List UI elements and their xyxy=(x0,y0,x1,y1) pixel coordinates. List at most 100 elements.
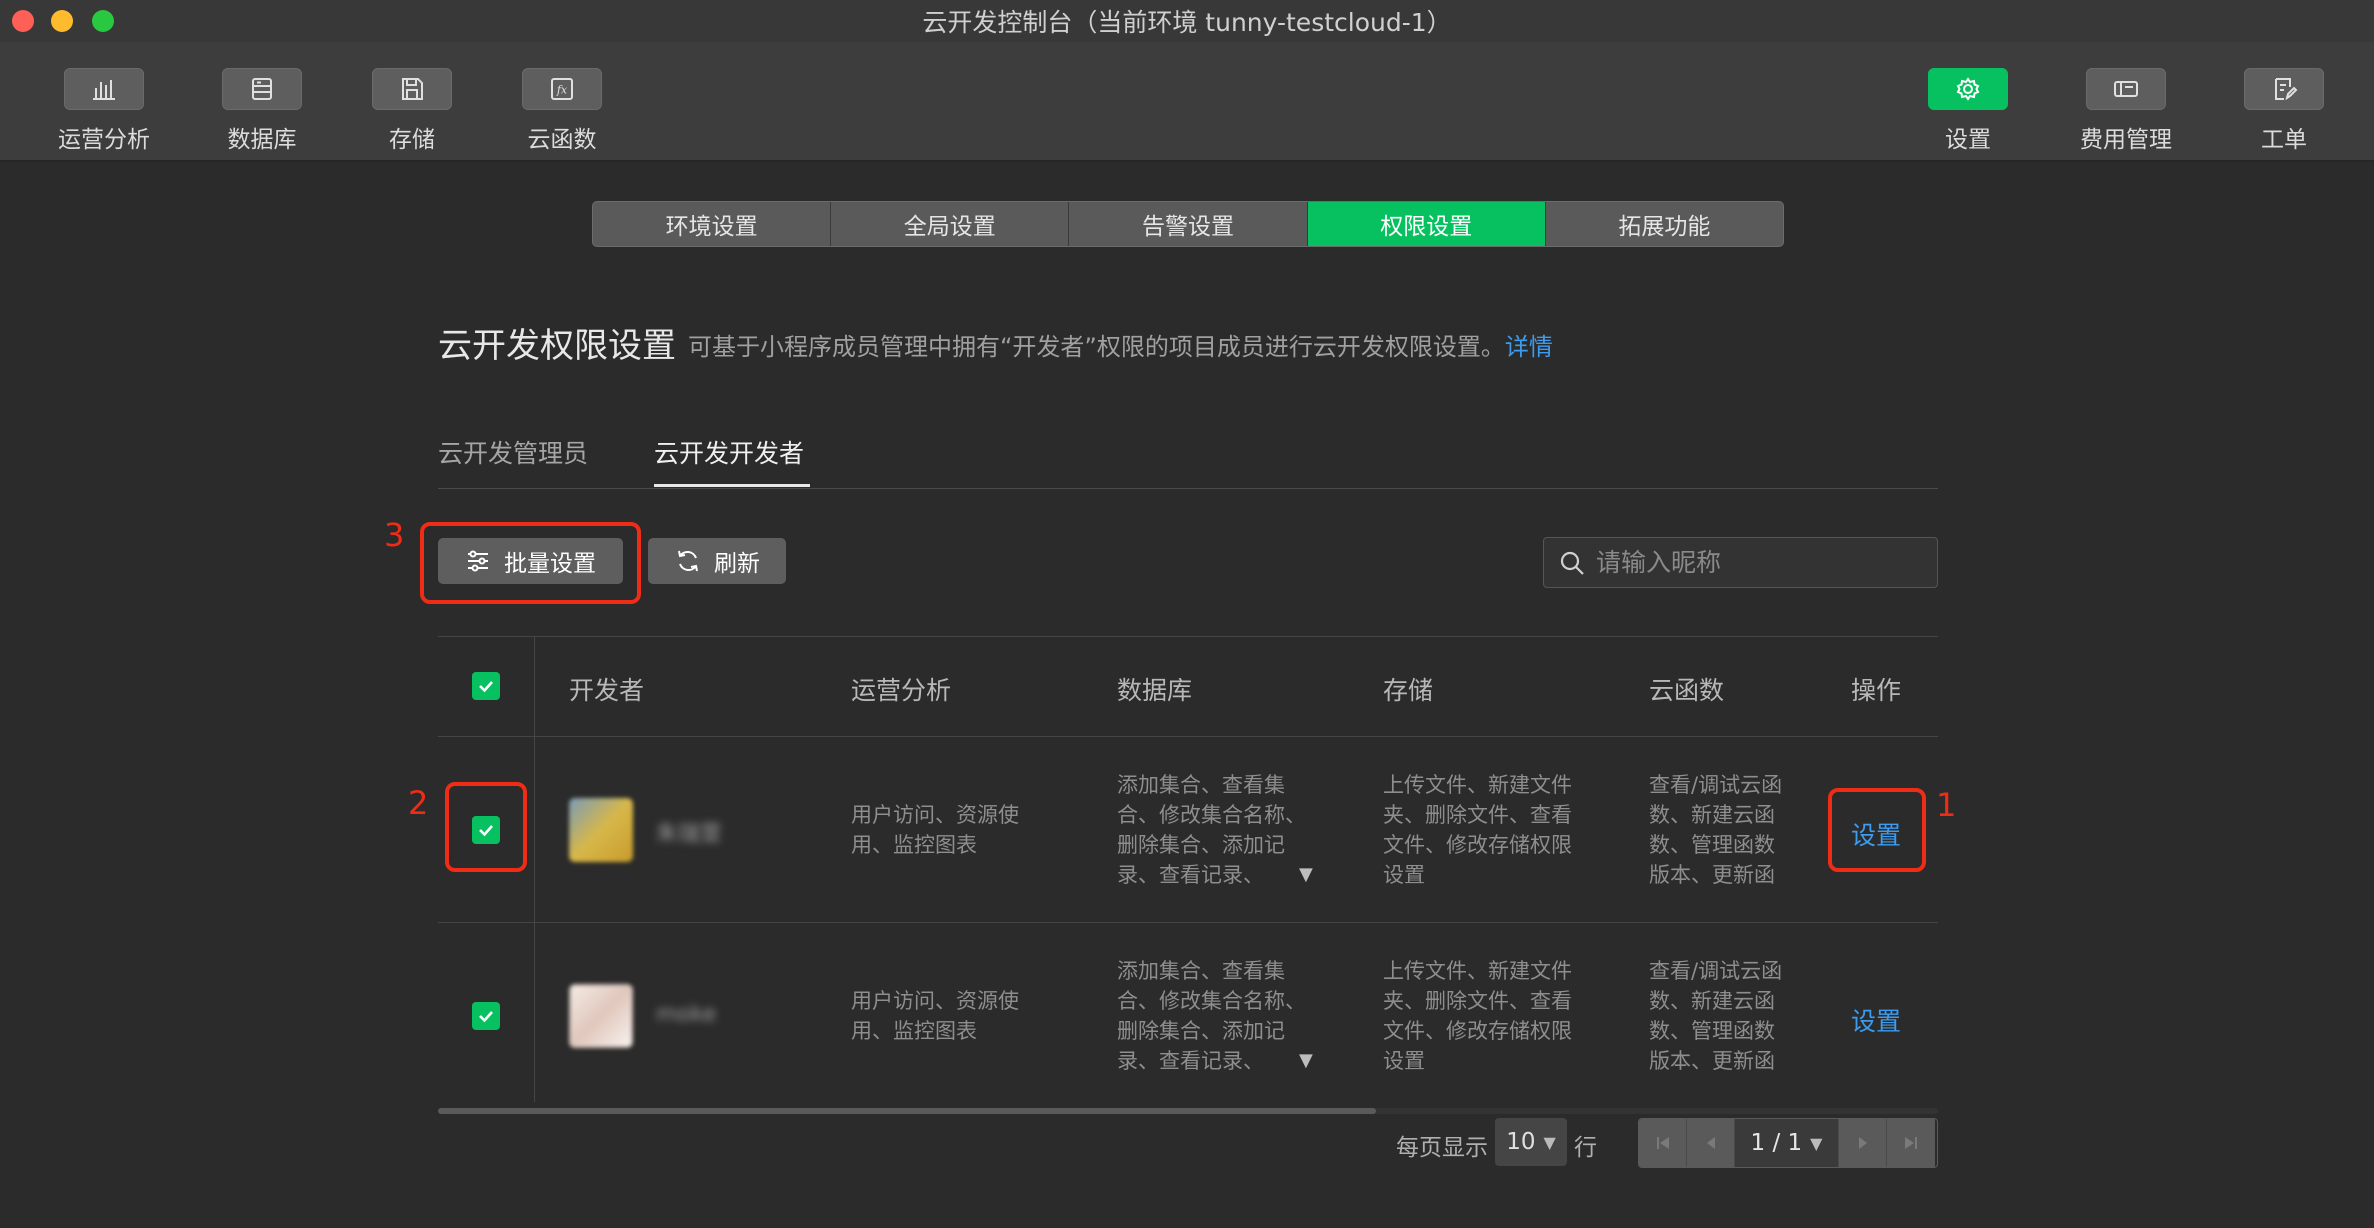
pagination: 1 / 1 ▼ xyxy=(1638,1118,1938,1168)
tab-extensions[interactable]: 拓展功能 xyxy=(1546,202,1783,246)
ticket-button[interactable] xyxy=(2244,68,2324,110)
svg-text:fx: fx xyxy=(556,84,568,97)
per-page-select[interactable]: 10 ▼ xyxy=(1495,1118,1567,1166)
refresh-button[interactable]: 刷新 xyxy=(648,538,786,584)
settings-tabs: 环境设置 全局设置 告警设置 权限设置 拓展功能 xyxy=(592,201,1784,247)
database-icon xyxy=(252,78,272,100)
toolbar-item-settings[interactable]: 设置 xyxy=(1903,42,2033,162)
toolbar-item-functions[interactable]: fx 云函数 xyxy=(497,42,627,162)
function-permissions: 查看/调试云函数、新建云函数、管理函数版本、更新函数、删除云函数 xyxy=(1649,959,1783,1073)
next-page-button[interactable] xyxy=(1839,1119,1887,1167)
settings-button[interactable] xyxy=(1928,68,2008,110)
search-icon xyxy=(1560,551,1584,575)
window-close-button[interactable] xyxy=(12,10,34,32)
subtab-divider xyxy=(438,488,1938,489)
chevron-down-icon: ▼ xyxy=(1810,1133,1823,1153)
analytics-permissions: 用户访问、资源使用、监控图表 xyxy=(851,803,1019,857)
table-top-border xyxy=(438,636,1938,637)
storage-permissions: 上传文件、新建文件夹、删除文件、查看文件、修改存储权限设置 xyxy=(1383,959,1572,1073)
checkmark-icon xyxy=(479,681,493,693)
page-description: 可基于小程序成员管理中拥有“开发者”权限的项目成员进行云开发权限设置。详情 xyxy=(688,327,1553,362)
first-page-button[interactable] xyxy=(1639,1119,1687,1167)
checkmark-icon xyxy=(479,1011,493,1023)
toolbar-label: 费用管理 xyxy=(2080,127,2172,153)
database-permissions: 添加集合、查看集合、修改集合名称、删除集合、添加记录、查看记录、 xyxy=(1117,959,1306,1073)
refresh-label: 刷新 xyxy=(714,551,760,577)
developer-nickname: moke xyxy=(656,1002,717,1027)
billing-button[interactable] xyxy=(2086,68,2166,110)
active-subtab-indicator xyxy=(654,484,810,487)
detail-link[interactable]: 详情 xyxy=(1505,333,1553,361)
developer-nickname: 朱瑞萱 xyxy=(656,822,723,847)
toolbar-item-storage[interactable]: 存储 xyxy=(347,42,477,162)
title-bar: 云开发控制台（当前环境 tunny-testcloud-1） xyxy=(0,0,2374,42)
toolbar-label: 数据库 xyxy=(227,127,297,153)
toolbar-item-database[interactable]: 数据库 xyxy=(197,42,327,162)
first-page-icon xyxy=(1656,1137,1669,1149)
bar-chart-icon xyxy=(93,80,115,100)
database-button[interactable] xyxy=(222,68,302,110)
storage-permissions: 上传文件、新建文件夹、删除文件、查看文件、修改存储权限设置 xyxy=(1383,773,1572,887)
current-page: 1 / 1 xyxy=(1750,1130,1803,1156)
annotation-box-settings xyxy=(1828,788,1926,872)
table-scrollbar-thumb[interactable] xyxy=(438,1108,1376,1114)
page-select[interactable]: 1 / 1 ▼ xyxy=(1735,1119,1839,1167)
billing-icon xyxy=(2114,81,2138,97)
select-all-checkbox[interactable] xyxy=(472,672,500,700)
toolbar-item-analytics[interactable]: 运营分析 xyxy=(39,42,169,162)
annotation-box-checkbox xyxy=(445,782,527,872)
window-minimize-button[interactable] xyxy=(51,10,73,32)
tab-permission-settings[interactable]: 权限设置 xyxy=(1307,202,1546,246)
toolbar-item-ticket[interactable]: 工单 xyxy=(2219,42,2349,162)
annotation-number: 2 xyxy=(408,784,429,822)
toolbar-label: 云函数 xyxy=(527,127,597,153)
annotation-number: 1 xyxy=(1936,786,1957,824)
window-maximize-button[interactable] xyxy=(92,10,114,32)
per-page-label: 每页显示 xyxy=(1396,1135,1488,1161)
toolbar-label: 工单 xyxy=(2261,127,2307,153)
search-box[interactable] xyxy=(1543,537,1938,588)
ticket-icon xyxy=(2275,78,2298,101)
table-header-divider xyxy=(438,736,1938,737)
toolbar-label: 运营分析 xyxy=(58,127,150,153)
subtab-admins[interactable]: 云开发管理员 xyxy=(438,434,588,470)
row-checkbox[interactable] xyxy=(472,1002,500,1030)
expand-caret-icon[interactable]: ▼ xyxy=(1299,864,1313,885)
tab-alert-settings[interactable]: 告警设置 xyxy=(1069,202,1308,246)
toolbar-label: 设置 xyxy=(1945,127,1991,153)
annotation-box-batch xyxy=(420,522,641,604)
analytics-permissions: 用户访问、资源使用、监控图表 xyxy=(851,989,1019,1043)
column-header-developer: 开发者 xyxy=(569,676,645,705)
column-header-database: 数据库 xyxy=(1117,676,1193,705)
expand-caret-icon[interactable]: ▼ xyxy=(1299,1050,1313,1071)
storage-button[interactable] xyxy=(372,68,452,110)
function-permissions: 查看/调试云函数、新建云函数、管理函数版本、更新函数、删除云函数 xyxy=(1649,773,1783,887)
avatar xyxy=(569,798,633,862)
subtab-developers[interactable]: 云开发开发者 xyxy=(654,434,804,470)
prev-page-button[interactable] xyxy=(1687,1119,1735,1167)
last-page-button[interactable] xyxy=(1887,1119,1935,1167)
main-toolbar: 运营分析 数据库 存储 fx 云函数 设置 费用管理 工单 xyxy=(0,42,2374,162)
last-page-icon xyxy=(1905,1137,1917,1149)
page-description-text: 可基于小程序成员管理中拥有“开发者”权限的项目成员进行云开发权限设置。 xyxy=(688,333,1505,361)
functions-button[interactable]: fx xyxy=(522,68,602,110)
checkbox-column-divider xyxy=(534,636,535,1102)
row-settings-link[interactable]: 设置 xyxy=(1851,1002,1901,1038)
tab-global-settings[interactable]: 全局设置 xyxy=(831,202,1070,246)
prev-page-icon xyxy=(1706,1137,1715,1149)
toolbar-item-billing[interactable]: 费用管理 xyxy=(2061,42,2191,162)
column-header-storage: 存储 xyxy=(1383,676,1434,705)
window-title: 云开发控制台（当前环境 tunny-testcloud-1） xyxy=(922,8,1452,37)
rows-label: 行 xyxy=(1574,1135,1597,1161)
page-title: 云开发权限设置 xyxy=(438,326,676,366)
toolbar-label: 存储 xyxy=(389,127,435,153)
column-header-analytics: 运营分析 xyxy=(851,676,952,705)
avatar xyxy=(569,984,633,1048)
column-header-operation: 操作 xyxy=(1851,676,1902,705)
refresh-icon xyxy=(678,550,698,572)
tab-environment-settings[interactable]: 环境设置 xyxy=(593,202,832,246)
nickname-search-input[interactable] xyxy=(1596,548,1916,577)
next-page-icon xyxy=(1858,1137,1867,1149)
analytics-button[interactable] xyxy=(64,68,144,110)
function-icon: fx xyxy=(551,78,573,100)
